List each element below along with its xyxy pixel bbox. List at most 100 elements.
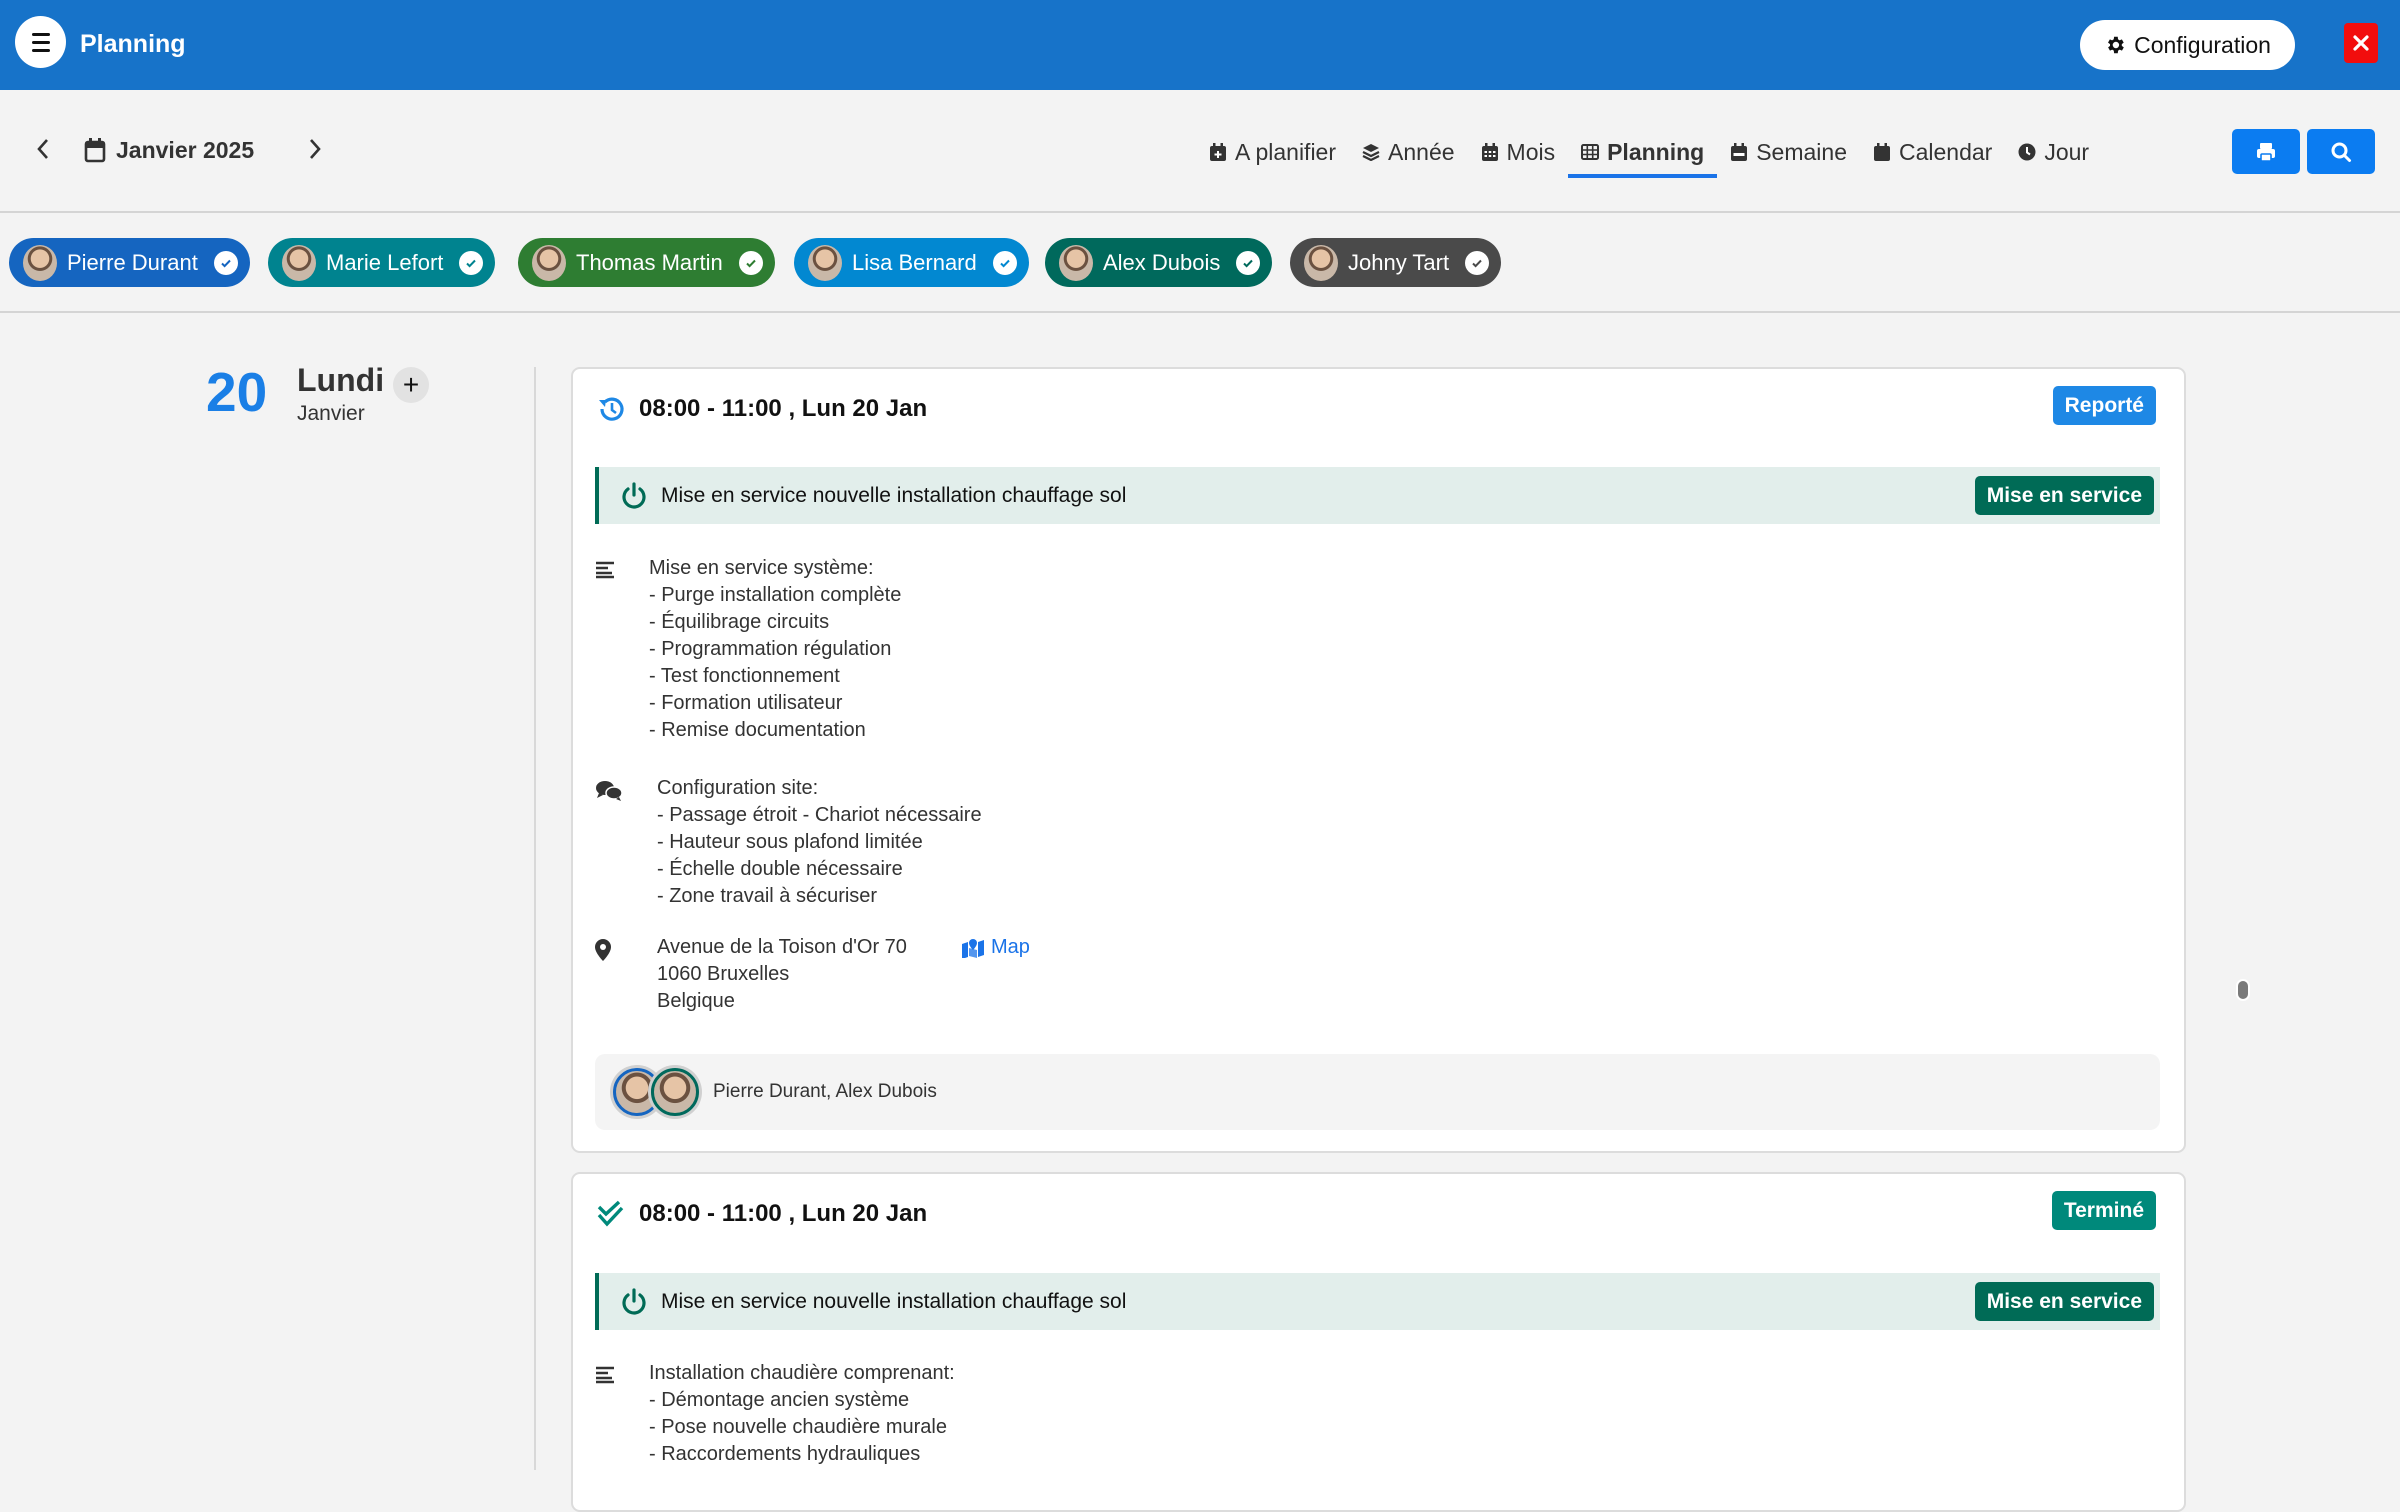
event-type-title: Mise en service nouvelle installation ch… (661, 483, 1127, 507)
status-badge[interactable]: Reporté (2052, 386, 2156, 425)
avatar (532, 244, 566, 281)
avatar (808, 244, 842, 281)
event-card[interactable]: 08:00 - 11:00 , Lun 20 Jan Reporté Mise … (571, 367, 2186, 1153)
table-icon (1581, 144, 1600, 160)
event-type-badge: Mise en service (1974, 476, 2154, 515)
map-link[interactable]: Map (961, 934, 1030, 961)
map-link-label: Map (991, 936, 1030, 958)
period-label: Janvier 2025 (116, 136, 255, 163)
event-type-title: Mise en service nouvelle installation ch… (661, 1289, 1127, 1313)
app-title: Planning (80, 30, 186, 58)
check-circle-icon (459, 250, 484, 275)
employee-name: Pierre Durant (67, 249, 198, 275)
event-header: 08:00 - 11:00 , Lun 20 Jan (595, 1198, 927, 1230)
menu-button[interactable] (15, 16, 66, 68)
check-circle-icon (213, 250, 238, 275)
map-marker-icon (595, 934, 635, 1015)
employee-chip-alex-dubois[interactable]: Alex Dubois (1045, 238, 1273, 287)
address-text: Avenue de la Toison d'Or 70 1060 Bruxell… (657, 936, 907, 1012)
configuration-label: Configuration (2134, 31, 2271, 58)
print-button[interactable] (2232, 129, 2300, 174)
tab-jour[interactable]: Jour (2005, 132, 2102, 172)
employee-name: Lisa Bernard (852, 249, 977, 275)
event-header: 08:00 - 11:00 , Lun 20 Jan (595, 393, 927, 425)
plus-icon: + (402, 369, 420, 400)
tab-a-planifier[interactable]: A planifier (1196, 132, 1349, 172)
avatar (1304, 244, 1338, 281)
check-circle-icon (738, 250, 763, 275)
tab-label: Jour (2044, 138, 2090, 165)
tab-label: Planning (1607, 138, 1705, 165)
event-card[interactable]: 08:00 - 11:00 , Lun 20 Jan Terminé Mise … (571, 1172, 2186, 1512)
event-time: 08:00 - 11:00 , Lun 20 Jan (639, 395, 928, 422)
layers-icon (1362, 144, 1380, 161)
previous-period-button[interactable] (28, 134, 58, 164)
employee-name: Marie Lefort (326, 249, 444, 275)
day-number: 20 (206, 361, 268, 423)
calendar-plus-icon (1210, 143, 1226, 161)
calendar-icon (84, 138, 106, 163)
tab-calendar[interactable]: Calendar (1860, 132, 2005, 172)
history-icon (599, 397, 624, 421)
chevron-right-icon (310, 139, 321, 159)
check-circle-icon (992, 250, 1017, 275)
tab-label: Semaine (1756, 138, 1847, 165)
power-icon (622, 1287, 646, 1315)
tab-semaine[interactable]: Semaine (1717, 132, 1860, 172)
calendar-icon (1874, 143, 1890, 161)
day-weekday: Lundi (297, 362, 385, 398)
period-picker[interactable]: Janvier 2025 (84, 134, 254, 166)
day-month: Janvier (297, 402, 365, 425)
view-tabs: A planifier Année Mois Planning Semaine … (1196, 132, 2102, 178)
app-header: Planning Configuration (0, 0, 2400, 90)
event-notes: Configuration site: - Passage étroit - C… (595, 775, 982, 910)
add-event-button[interactable]: + (393, 367, 429, 403)
avatar (651, 1068, 699, 1116)
tab-label: A planifier (1235, 138, 1337, 165)
assignee-names: Pierre Durant, Alex Dubois (713, 1081, 937, 1102)
employee-chip-lisa-bernard[interactable]: Lisa Bernard (794, 238, 1029, 287)
check-circle-icon (1465, 250, 1490, 275)
hamburger-icon (31, 30, 50, 54)
printer-icon (2257, 142, 2275, 162)
notes-text: Configuration site: - Passage étroit - C… (657, 777, 982, 907)
employee-filter: Pierre Durant Marie Lefort Thomas Martin… (0, 213, 2400, 313)
power-icon (622, 481, 646, 509)
close-button[interactable] (2344, 23, 2378, 63)
search-button[interactable] (2307, 129, 2375, 174)
double-check-icon (597, 1200, 624, 1227)
employee-name: Alex Dubois (1103, 249, 1221, 275)
employee-name: Johny Tart (1348, 249, 1450, 275)
event-assignees: Pierre Durant, Alex Dubois (595, 1054, 2160, 1130)
description-text: Mise en service système: - Purge install… (649, 557, 902, 741)
text-align-left-icon (595, 555, 635, 744)
event-description: Installation chaudière comprenant: - Dém… (595, 1360, 955, 1468)
tab-label: Année (1388, 138, 1455, 165)
tab-label: Mois (1506, 138, 1556, 165)
avatar (23, 244, 57, 281)
scroll-indicator[interactable] (2236, 979, 2250, 1001)
avatar (1059, 244, 1093, 281)
event-type-bar: Mise en service nouvelle installation ch… (595, 467, 2160, 524)
description-text: Installation chaudière comprenant: - Dém… (649, 1362, 955, 1465)
configuration-button[interactable]: Configuration (2080, 20, 2295, 70)
employee-chip-johny-tart[interactable]: Johny Tart (1290, 238, 1502, 287)
calendar-week-icon (1731, 143, 1748, 161)
tab-mois[interactable]: Mois (1468, 132, 1569, 172)
column-divider (534, 367, 536, 1470)
calendar-grid-icon (1481, 143, 1498, 161)
tab-planning[interactable]: Planning (1568, 132, 1718, 178)
toolbar: Janvier 2025 A planifier Année Mois Plan… (0, 90, 2400, 213)
event-type-bar: Mise en service nouvelle installation ch… (595, 1273, 2160, 1330)
close-icon (2353, 35, 2369, 51)
gear-icon (2108, 36, 2124, 54)
next-period-button[interactable] (300, 134, 330, 164)
employee-chip-marie-lefort[interactable]: Marie Lefort (268, 238, 496, 287)
tab-annee[interactable]: Année (1349, 132, 1468, 172)
clock-icon (2018, 143, 2036, 161)
event-type-badge: Mise en service (1974, 1282, 2154, 1321)
status-badge[interactable]: Terminé (2051, 1191, 2156, 1230)
employee-chip-pierre-durant[interactable]: Pierre Durant (9, 238, 250, 287)
employee-chip-thomas-martin[interactable]: Thomas Martin (518, 238, 775, 287)
check-circle-icon (1236, 250, 1261, 275)
